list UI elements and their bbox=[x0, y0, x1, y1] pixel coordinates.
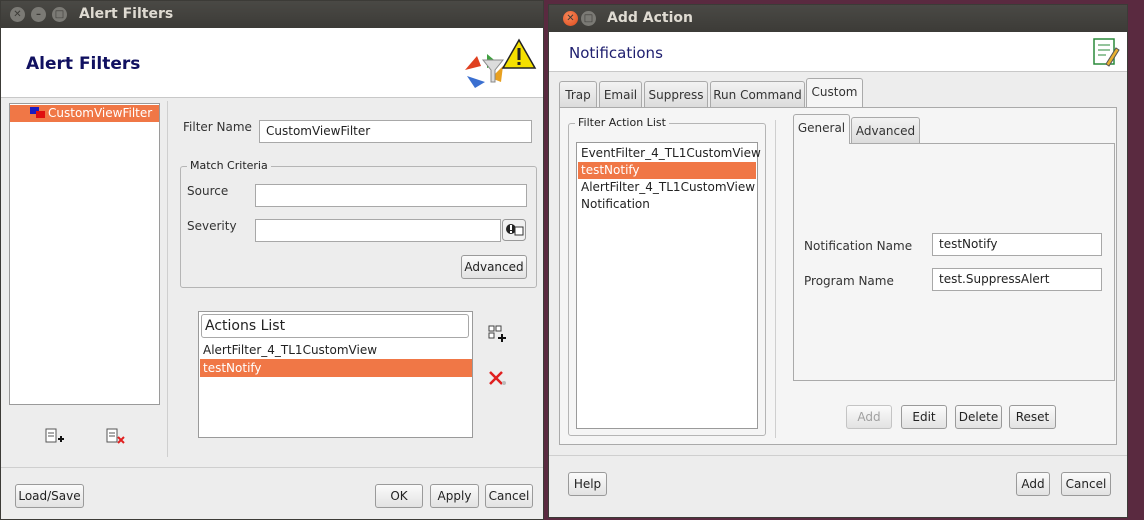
maximize-icon[interactable]: □ bbox=[581, 11, 596, 26]
add-filter-icon[interactable] bbox=[44, 427, 66, 447]
tab-run-command[interactable]: Run Command bbox=[710, 81, 805, 107]
subtab-advanced[interactable]: Advanced bbox=[851, 117, 920, 143]
filter-action-list[interactable]: EventFilter_4_TL1CustomView testNotify A… bbox=[576, 142, 761, 429]
subtab-general[interactable]: General bbox=[793, 114, 850, 144]
footer-add-button[interactable]: Add bbox=[1016, 472, 1050, 496]
load-save-button[interactable]: Load/Save bbox=[15, 484, 84, 508]
maximize-icon[interactable]: □ bbox=[52, 7, 67, 22]
close-icon[interactable]: ✕ bbox=[10, 7, 25, 22]
severity-picker-icon[interactable] bbox=[502, 219, 526, 241]
match-criteria-legend: Match Criteria bbox=[187, 159, 271, 172]
actions-list-header: Actions List bbox=[201, 314, 469, 338]
list-item[interactable]: testNotify bbox=[578, 162, 756, 179]
apply-button[interactable]: Apply bbox=[430, 484, 479, 508]
source-label: Source bbox=[187, 184, 229, 198]
vertical-divider bbox=[167, 101, 168, 457]
severity-input[interactable] bbox=[255, 219, 501, 242]
help-button[interactable]: Help bbox=[568, 472, 607, 496]
cancel-button[interactable]: Cancel bbox=[1061, 472, 1111, 496]
add-action-window: ✕ □ Add Action Notifications Trap Email … bbox=[548, 4, 1128, 518]
alert-filters-header: Alert Filters bbox=[1, 28, 543, 98]
program-name-input[interactable]: test.SuppressAlert bbox=[932, 268, 1102, 291]
alert-filter-logo-icon bbox=[465, 38, 537, 88]
page-title: Notifications bbox=[569, 44, 663, 62]
filter-tree[interactable]: CustomViewFilter bbox=[9, 103, 160, 405]
add-action-header: Notifications bbox=[549, 32, 1127, 72]
general-subtab-content bbox=[793, 143, 1115, 381]
severity-label: Severity bbox=[187, 219, 237, 233]
list-item[interactable]: AlertFilter_4_TL1CustomView bbox=[200, 341, 472, 359]
alert-filters-window: ✕ – □ Alert Filters Alert Filters Custom… bbox=[0, 0, 544, 520]
list-item[interactable]: testNotify bbox=[200, 359, 472, 377]
filter-node-icon bbox=[30, 107, 45, 118]
window-title: Alert Filters bbox=[79, 6, 174, 22]
delete-button[interactable]: Delete bbox=[955, 405, 1002, 429]
actions-list-items: AlertFilter_4_TL1CustomView testNotify bbox=[200, 341, 472, 377]
cancel-button[interactable]: Cancel bbox=[485, 484, 533, 508]
tab-trap[interactable]: Trap bbox=[559, 81, 597, 107]
tab-email[interactable]: Email bbox=[599, 81, 642, 107]
notification-name-input[interactable]: testNotify bbox=[932, 233, 1102, 256]
filter-name-input[interactable]: CustomViewFilter bbox=[259, 120, 532, 143]
source-input[interactable] bbox=[255, 184, 527, 207]
tree-item-label: CustomViewFilter bbox=[48, 106, 153, 120]
ok-button[interactable]: OK bbox=[375, 484, 423, 508]
list-item[interactable]: Notification bbox=[578, 196, 756, 213]
alert-filters-title-bar[interactable]: ✕ – □ Alert Filters bbox=[1, 1, 543, 28]
footer-divider bbox=[549, 455, 1127, 456]
tab-suppress[interactable]: Suppress bbox=[644, 81, 708, 107]
actions-list[interactable]: Actions List AlertFilter_4_TL1CustomView… bbox=[198, 311, 473, 438]
filter-action-list-legend: Filter Action List bbox=[575, 116, 669, 129]
list-item[interactable]: AlertFilter_4_TL1CustomView bbox=[578, 179, 756, 196]
filter-name-label: Filter Name bbox=[183, 120, 252, 134]
reset-button[interactable]: Reset bbox=[1009, 405, 1056, 429]
delete-filter-icon[interactable] bbox=[105, 427, 127, 447]
tab-custom[interactable]: Custom bbox=[806, 78, 863, 107]
minimize-icon[interactable]: – bbox=[31, 7, 46, 22]
filter-action-items: EventFilter_4_TL1CustomView testNotify A… bbox=[578, 145, 761, 213]
window-title: Add Action bbox=[607, 10, 693, 26]
advanced-button[interactable]: Advanced bbox=[461, 255, 527, 279]
notification-name-label: Notification Name bbox=[804, 239, 913, 253]
program-name-label: Program Name bbox=[804, 274, 894, 288]
close-icon[interactable]: ✕ bbox=[563, 11, 578, 26]
add-action-icon[interactable] bbox=[486, 323, 508, 345]
notification-edit-icon bbox=[1093, 38, 1120, 67]
add-button[interactable]: Add bbox=[846, 405, 892, 429]
page-title: Alert Filters bbox=[26, 54, 141, 74]
add-action-title-bar[interactable]: ✕ □ Add Action bbox=[549, 5, 1127, 32]
list-item[interactable]: EventFilter_4_TL1CustomView bbox=[578, 145, 761, 162]
remove-action-icon[interactable] bbox=[486, 366, 508, 388]
vertical-divider bbox=[775, 120, 776, 438]
edit-button[interactable]: Edit bbox=[901, 405, 947, 429]
footer-divider bbox=[1, 467, 543, 468]
